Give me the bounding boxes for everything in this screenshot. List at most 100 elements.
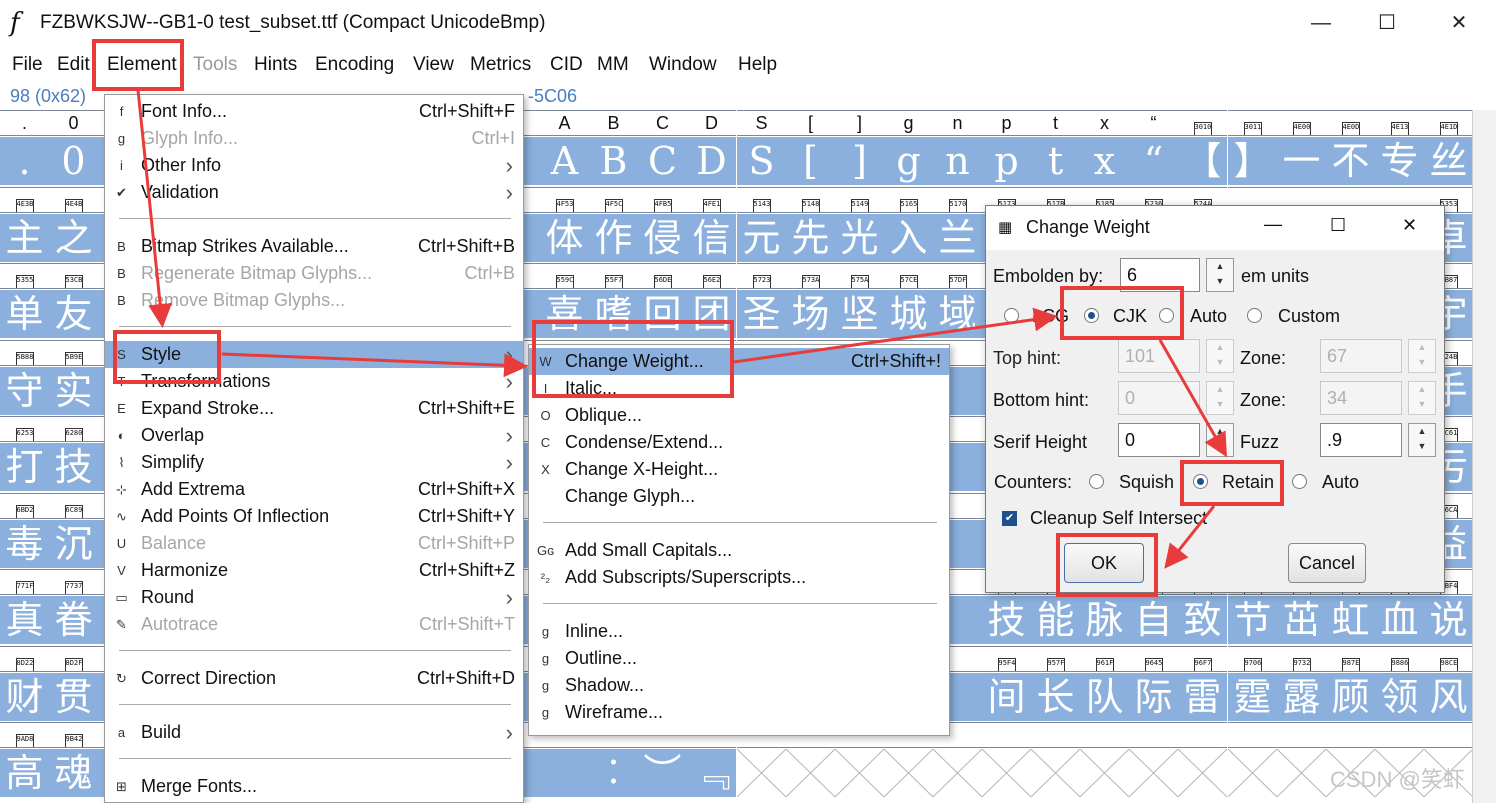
glyph-cell[interactable] (540, 749, 589, 797)
glyph-cell[interactable]: 毒 (0, 520, 49, 568)
glyph-cell-label[interactable]: 6BD2 (0, 493, 49, 519)
glyph-cell-label[interactable] (1424, 722, 1472, 748)
glyph-cell-label[interactable]: 6253 (0, 416, 49, 442)
glyph-cell[interactable]: ︶ (638, 749, 687, 797)
menu-hints[interactable]: Hints (254, 54, 297, 76)
element-menu-item-regenerate-bitmap-glyphs[interactable]: B Regenerate Bitmap Glyphs... Ctrl+B (105, 260, 523, 287)
glyph-cell[interactable]: 侵 (638, 214, 687, 262)
glyph-cell-label[interactable]: 3010 (1178, 110, 1227, 136)
mode-lcg-radio[interactable] (1004, 308, 1019, 323)
glyph-cell-label[interactable]: 4FB5 (638, 187, 687, 213)
glyph-cell-label[interactable]: 5B9E (49, 340, 98, 366)
glyph-cell-label[interactable]: 5165 (884, 187, 933, 213)
glyph-cell[interactable]: p (982, 137, 1031, 185)
glyph-cell-label[interactable]: 9645 (1129, 646, 1178, 672)
element-menu-item-balance[interactable]: U Balance Ctrl+Shift+P (105, 530, 523, 557)
glyph-cell[interactable]: 一 (1277, 137, 1326, 185)
top-zone-input[interactable]: 67 (1320, 339, 1402, 373)
style-menu-item-add-small-capitals[interactable]: Gɢ Add Small Capitals... (529, 537, 949, 564)
glyph-cell-label[interactable]: 57DF (933, 263, 982, 289)
glyph-cell[interactable]: 茁 (1277, 596, 1326, 644)
glyph-cell-label[interactable]: D (687, 110, 736, 136)
empty-glyph-cell[interactable] (1276, 748, 1327, 798)
glyph-cell-label[interactable]: “ (1129, 110, 1178, 136)
glyph-cell[interactable]: 虹 (1326, 596, 1375, 644)
glyph-cell[interactable]: 贯 (49, 673, 98, 721)
glyph-cell-label[interactable]: 9732 (1277, 646, 1326, 672)
glyph-cell-label[interactable]: t (1031, 110, 1080, 136)
glyph-cell-label[interactable]: 4E1D (1424, 110, 1472, 136)
cleanup-checkbox[interactable]: ✔ (1002, 511, 1017, 526)
glyph-cell-label[interactable]: 56DE (638, 263, 687, 289)
glyph-cell[interactable]: 主 (0, 214, 49, 262)
glyph-cell[interactable]: 0 (49, 137, 98, 185)
glyph-cell-label[interactable]: 55F7 (589, 263, 638, 289)
glyph-cell-label[interactable]: 57CE (884, 263, 933, 289)
glyph-cell-label[interactable]: S (737, 110, 786, 136)
glyph-cell[interactable]: 说 (1424, 596, 1472, 644)
menu-file[interactable]: File (12, 54, 43, 76)
glyph-cell-label[interactable]: 5B88 (0, 340, 49, 366)
element-menu-item-other-info[interactable]: i Other Info › (105, 152, 523, 179)
glyph-cell[interactable]: 血 (1375, 596, 1424, 644)
glyph-cell[interactable]: n (933, 137, 982, 185)
menu-view[interactable]: View (413, 54, 454, 76)
dialog-maximize-button[interactable]: ☐ (1330, 215, 1346, 236)
element-menu-item-merge-fonts[interactable]: ⊞ Merge Fonts... (105, 773, 523, 800)
embolden-spinner[interactable]: ▲ ▼ (1206, 258, 1234, 292)
empty-glyph-cell[interactable] (785, 748, 836, 798)
glyph-cell[interactable]: 单 (0, 290, 49, 338)
empty-glyph-cell[interactable] (1079, 748, 1130, 798)
close-button[interactable]: ✕ (1444, 10, 1474, 36)
glyph-cell-label[interactable]: 5170 (933, 187, 982, 213)
glyph-cell[interactable]: 致 (1178, 596, 1227, 644)
glyph-cell[interactable]: 沉 (49, 520, 98, 568)
element-menu-item-bitmap-strikes-available[interactable]: B Bitmap Strikes Available... Ctrl+Shift+B (105, 233, 523, 260)
bottom-hint-spinner[interactable]: ▲ ▼ (1206, 381, 1234, 415)
menu-cid[interactable]: CID (550, 54, 583, 76)
glyph-cell-label[interactable]: 8D22 (0, 646, 49, 672)
serif-height-input[interactable]: 0 (1118, 423, 1200, 457)
empty-glyph-cell[interactable] (883, 748, 934, 798)
glyph-cell-label[interactable]: 3011 (1228, 110, 1277, 136)
glyph-cell[interactable]: D (687, 137, 736, 185)
style-menu-item-wireframe[interactable]: g Wireframe... (529, 699, 949, 726)
glyph-cell-label[interactable]: 6280 (49, 416, 98, 442)
maximize-button[interactable]: ☐ (1372, 10, 1402, 36)
empty-glyph-cell[interactable] (932, 748, 983, 798)
glyph-cell-label[interactable] (1080, 722, 1129, 748)
bottom-zone-input[interactable]: 34 (1320, 381, 1402, 415)
glyph-cell[interactable]: 之 (49, 214, 98, 262)
element-menu-item-simplify[interactable]: ⌇ Simplify › (105, 449, 523, 476)
glyph-cell-label[interactable]: B (589, 110, 638, 136)
menu-edit[interactable]: Edit (57, 54, 90, 76)
serif-height-spinner[interactable]: ▲ ▼ (1206, 423, 1234, 457)
style-menu-item-change-glyph[interactable]: Change Glyph... (529, 483, 949, 510)
element-menu-item-add-extrema[interactable]: ⊹ Add Extrema Ctrl+Shift+X (105, 476, 523, 503)
counters-auto-radio[interactable] (1292, 474, 1307, 489)
glyph-cell[interactable]: 长 (1031, 673, 1080, 721)
empty-glyph-cell[interactable] (1030, 748, 1081, 798)
minimize-button[interactable]: — (1306, 10, 1336, 36)
glyph-cell[interactable]: 顾 (1326, 673, 1375, 721)
glyph-cell-label[interactable]: x (1080, 110, 1129, 136)
glyph-cell-label[interactable]: 4E4B (49, 187, 98, 213)
glyph-cell[interactable]: t (1031, 137, 1080, 185)
top-hint-input[interactable]: 101 (1118, 339, 1200, 373)
element-menu-item-build[interactable]: a Build › (105, 719, 523, 746)
glyph-cell[interactable]: 光 (835, 214, 884, 262)
glyph-cell[interactable]: 领 (1375, 673, 1424, 721)
element-menu-item-round[interactable]: ▭ Round › (105, 584, 523, 611)
glyph-cell[interactable]: g (884, 137, 933, 185)
dialog-minimize-button[interactable]: — (1264, 214, 1282, 235)
glyph-cell-label[interactable]: 96F7 (1178, 646, 1227, 672)
fuzz-input[interactable]: .9 (1320, 423, 1402, 457)
empty-glyph-cell[interactable] (834, 748, 885, 798)
style-menu-item-oblique[interactable]: O Oblique... (529, 402, 949, 429)
menu-window[interactable]: Window (649, 54, 717, 76)
glyph-cell-label[interactable]: 9AD8 (0, 722, 49, 748)
style-menu-item-condense-extend[interactable]: C Condense/Extend... (529, 429, 949, 456)
top-zone-spinner[interactable]: ▲ ▼ (1408, 339, 1436, 373)
glyph-cell[interactable]: ︰ (589, 749, 638, 797)
element-menu-item-harmonize[interactable]: V Harmonize Ctrl+Shift+Z (105, 557, 523, 584)
